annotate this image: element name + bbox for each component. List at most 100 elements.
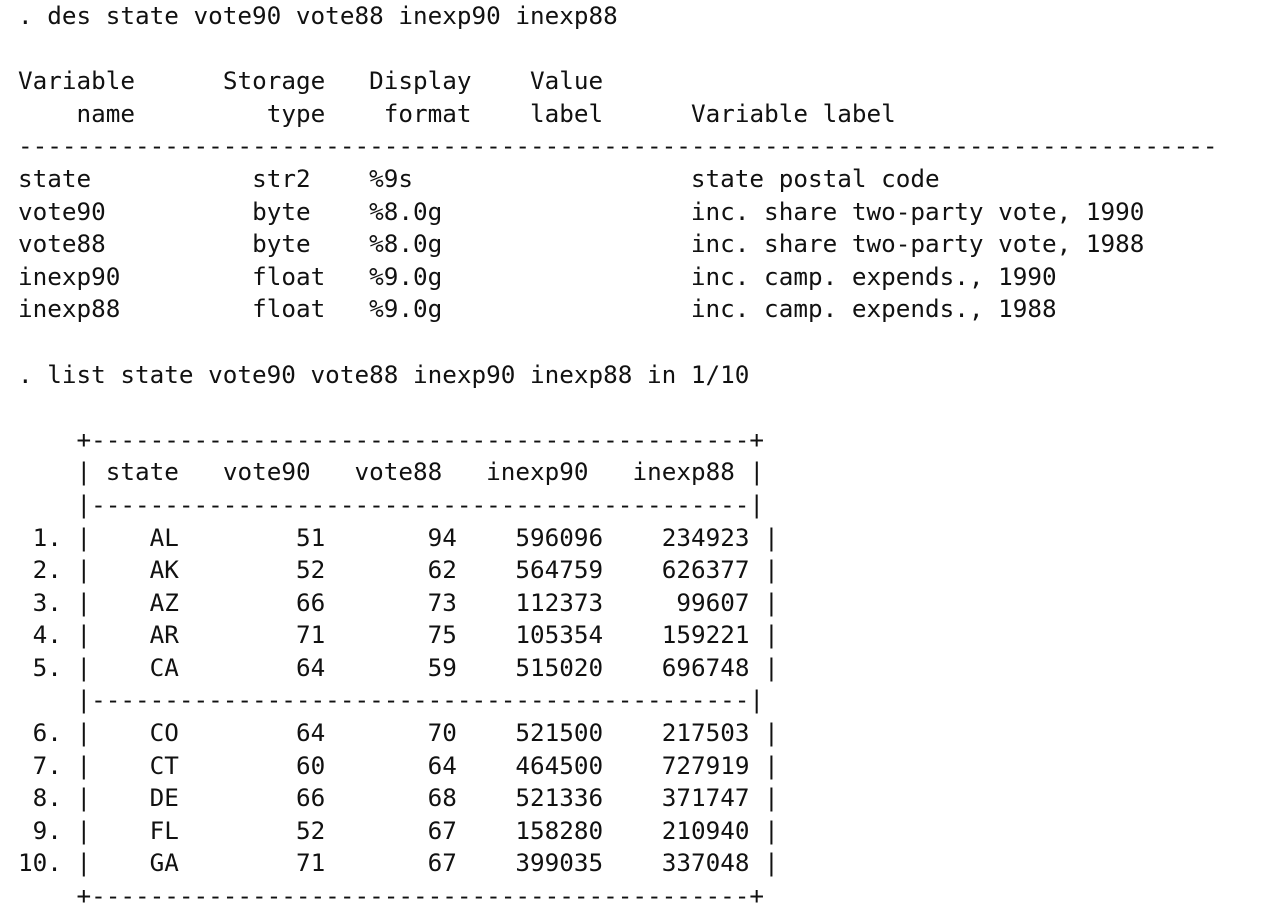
variable-name: inexp90 [18,261,253,291]
variable-label: inc. share two-party vote, 1990 [690,196,1145,226]
table-row: 3. | AZ 66 73 112373 99607 | [18,587,1218,620]
table-row: 4. | AR 71 75 105354 159221 | [18,619,1218,652]
display-format: %8.0g [369,196,691,226]
column-header-vote90: vote90 [222,457,311,487]
header-variable-name: name [76,98,136,128]
header-storage-type: Storage [222,66,326,96]
table-edge: | [61,718,150,748]
cell-state: FL [149,815,179,845]
cell-inexp88: 99607 [676,587,750,617]
describe-command-line: . des state vote90 vote88 inexp90 inexp8… [18,0,1218,33]
row-number: 3. [18,587,62,617]
variable-label: inc. share two-party vote, 1988 [690,229,1145,259]
cell-state: CT [149,750,179,780]
cell-vote90: 66 [295,587,326,617]
table-edge: | [749,620,779,650]
describe-row: state str2 %9s state postal code [18,163,1218,196]
variable-name: state [18,163,253,193]
cell-vote90: 71 [295,848,326,878]
cell-inexp90: 105354 [515,620,604,650]
cell-inexp90: 112373 [515,587,604,617]
table-edge: | [61,848,150,878]
describe-row: inexp88 float %9.0g inc. camp. expends.,… [18,293,1218,326]
describe-row: vote90 byte %8.0g inc. share two-party v… [18,196,1218,229]
cell-inexp90: 596096 [515,522,604,552]
cell-vote90: 52 [295,555,326,585]
list-command: . list state vote90 vote88 inexp90 inexp… [18,359,750,389]
cell-vote90: 52 [295,815,326,845]
row-number: 6. [18,718,62,748]
table-row: 5. | CA 64 59 515020 696748 | [18,652,1218,685]
header-variable-label: Variable label [690,98,896,128]
table-edge: | [18,457,106,487]
list-table-top-border: +---------------------------------------… [18,424,1218,457]
row-number: 1. [18,522,62,552]
column-header-vote88: vote88 [354,457,443,487]
cell-state: AZ [149,587,179,617]
table-border: +---------------------------------------… [18,881,765,911]
display-format: %8.0g [369,229,691,259]
column-header-state: state [105,457,179,487]
cell-inexp90: 158280 [515,815,604,845]
header-value-label: label [530,98,604,128]
divider-rule: ----------------------------------------… [18,131,1218,161]
row-number: 5. [18,652,62,682]
table-edge: | [61,815,150,845]
header-variable-name: Variable [18,66,136,96]
column-header-inexp90: inexp90 [486,457,589,487]
display-format: %9.0g [369,261,691,291]
cell-vote90: 66 [295,783,326,813]
cell-vote88: 67 [427,848,457,878]
cell-vote88: 67 [427,815,457,845]
row-number: 10. [18,848,62,878]
list-table-bottom-border: +---------------------------------------… [18,880,1218,913]
cell-vote88: 94 [427,522,457,552]
cell-inexp88: 727919 [661,750,750,780]
variable-name: inexp88 [18,294,253,324]
describe-header-row: name type format label Variable label [18,98,1218,131]
cell-inexp88: 696748 [661,652,750,682]
cell-inexp90: 564759 [515,555,604,585]
table-edge: | [61,620,150,650]
header-storage-type: type [266,98,326,128]
cell-inexp90: 399035 [515,848,604,878]
row-number: 7. [18,750,62,780]
row-number: 2. [18,555,62,585]
table-edge: | [749,783,779,813]
cell-inexp90: 515020 [515,652,604,682]
cell-vote90: 64 [295,718,326,748]
variable-name: vote88 [18,229,253,259]
cell-inexp88: 337048 [661,848,750,878]
table-row: 7. | CT 60 64 464500 727919 | [18,750,1218,783]
cell-state: CA [149,652,179,682]
display-format: %9.0g [369,294,691,324]
describe-divider: ----------------------------------------… [18,130,1218,163]
